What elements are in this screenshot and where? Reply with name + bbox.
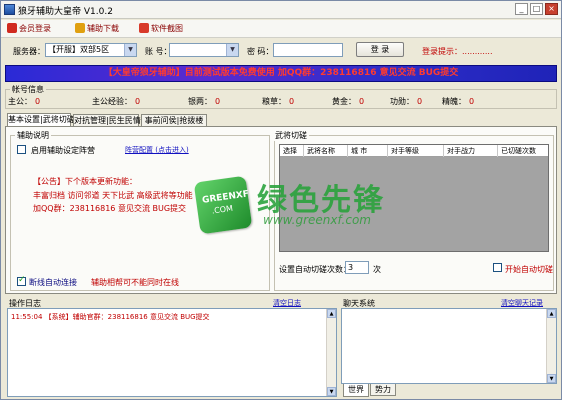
- stat-lord: 主公： 0: [8, 96, 40, 107]
- stat-silver-value: 0: [215, 97, 221, 106]
- clear-chat-link[interactable]: 清空聊天记录: [501, 298, 543, 308]
- col-general-name[interactable]: 武将名称: [304, 145, 348, 157]
- maximize-button[interactable]: □: [530, 3, 543, 15]
- auto-reconnect-note: 辅助相帮可不能同时在线: [91, 278, 179, 287]
- enable-camp-checkbox[interactable]: [17, 145, 26, 154]
- title-bar: 狼牙辅助大皇帝 V1.0.2 _ □ ×: [1, 1, 561, 19]
- col-opponent-level[interactable]: 对手等级: [388, 145, 444, 157]
- account-label: 账 号：: [145, 47, 172, 56]
- toolbar: 会员登录 辅助下载 软件截图: [1, 20, 561, 38]
- watermark-logo-line2: .COM: [211, 203, 234, 216]
- oplog-line: 11:55:04 【系统】辅助官群：238116816 意见交流 BUG提交: [11, 313, 210, 321]
- stat-silver: 银两： 0: [188, 96, 220, 107]
- download-label: 辅助下载: [87, 24, 119, 33]
- stat-gold-value: 0: [359, 97, 365, 106]
- watermark-logo-line1: GREENXF: [201, 189, 250, 206]
- watermark: GREENXF .COM 绿色先锋 www.greenxf.com: [193, 173, 409, 235]
- col-city[interactable]: 城 市: [348, 145, 388, 157]
- stat-gold: 黄金： 0: [332, 96, 364, 107]
- server-select-value: 【开服】双部5区: [48, 45, 110, 54]
- generals-list-header: 选择 武将名称 城 市 对手等级 对手战力 已切磋次数: [280, 145, 548, 157]
- member-login-button[interactable]: 会员登录: [7, 23, 51, 35]
- auto-reconnect-label: 断线自动连接: [29, 278, 77, 287]
- download-icon: [75, 23, 85, 33]
- account-select[interactable]: ▼: [169, 43, 239, 57]
- login-row: 服务器： 【开服】双部5区 ▼ 账 号： ▼ 密 码： 登 录 登录提示：...…: [1, 39, 561, 63]
- account-info-title: 帐号信息: [10, 84, 46, 95]
- member-icon: [7, 23, 17, 33]
- notice-line-2: 加QQ群：238116816 意见交流 BUG提交: [33, 204, 187, 213]
- enable-camp-label: 启用辅助设定阵营: [31, 146, 95, 155]
- tab-confrontation[interactable]: 对抗管理|民生民情: [73, 114, 141, 126]
- stat-lord-label: 主公：: [8, 97, 32, 106]
- camp-config-link[interactable]: 阵营配置 (点击进入): [125, 145, 189, 155]
- chat-tab-faction[interactable]: 势力: [370, 384, 396, 396]
- login-hint: 登录提示：............: [422, 47, 493, 56]
- password-label: 密 码：: [247, 47, 274, 56]
- screenshot-label: 软件截图: [151, 24, 183, 33]
- server-select[interactable]: 【开服】双部5区 ▼: [45, 43, 137, 57]
- announcement-banner: 【大皇帝狼牙辅助】目前测试版本免费使用 加QQ群：238116816 意见交流 …: [5, 65, 557, 82]
- chevron-down-icon: ▼: [124, 44, 136, 56]
- stat-merit-value: 0: [417, 97, 423, 106]
- chat-scrollbar[interactable]: ▲ ▼: [546, 309, 556, 383]
- stat-lord-value: 0: [35, 97, 41, 106]
- stat-gold-label: 黄金：: [332, 97, 356, 106]
- stat-grain-label: 粮草：: [262, 97, 286, 106]
- password-field[interactable]: [273, 43, 343, 57]
- stat-silver-label: 银两：: [188, 97, 212, 106]
- download-button[interactable]: 辅助下载: [75, 23, 119, 35]
- auto-reconnect-checkbox[interactable]: [17, 275, 26, 286]
- stat-merit-label: 功勋：: [390, 97, 414, 106]
- stat-grain-value: 0: [289, 97, 295, 106]
- stat-soul-value: 0: [469, 97, 475, 106]
- clear-log-link[interactable]: 清空日志: [273, 298, 301, 308]
- scroll-up-icon[interactable]: ▲: [327, 309, 336, 318]
- oplog-scrollbar[interactable]: ▲ ▼: [326, 309, 336, 396]
- chat-box[interactable]: ▲ ▼: [341, 308, 557, 384]
- tab-basic-settings[interactable]: 基本设置|武将切磋: [7, 113, 75, 126]
- watermark-logo: GREENXF .COM: [193, 175, 253, 235]
- auto-count-unit: 次: [373, 265, 381, 274]
- stat-merit: 功勋： 0: [390, 96, 422, 107]
- oplog-box[interactable]: 11:55:04 【系统】辅助官群：238116816 意见交流 BUG提交 ▲…: [7, 308, 337, 397]
- app-window: 狼牙辅助大皇帝 V1.0.2 _ □ × 会员登录 辅助下载 软件截图 服务器：…: [0, 0, 562, 400]
- stat-lord-exp-label: 主公经验：: [92, 97, 132, 106]
- close-button[interactable]: ×: [545, 3, 558, 15]
- member-login-label: 会员登录: [19, 24, 51, 33]
- notice-title: 【公告】下个版本更新功能：: [33, 177, 137, 186]
- account-info-group: 帐号信息 主公： 0 主公经验： 0 银两： 0 粮草： 0 黄金： 0 功勋： 0 精魄：…: [5, 84, 557, 109]
- auto-count-value: 3: [348, 263, 354, 272]
- app-icon: [4, 4, 15, 15]
- start-auto-spar-label: 开始自动切磋: [505, 265, 553, 274]
- scroll-down-icon[interactable]: ▼: [547, 374, 556, 383]
- screenshot-icon: [139, 23, 149, 33]
- screenshot-button[interactable]: 软件截图: [139, 23, 183, 35]
- auto-count-stepper[interactable]: 3: [345, 261, 369, 274]
- login-button[interactable]: 登 录: [356, 42, 404, 57]
- stat-soul: 精魄： 0: [442, 96, 474, 107]
- watermark-url: www.greenxf.com: [263, 213, 371, 227]
- start-auto-spar-checkbox[interactable]: [493, 263, 502, 272]
- col-opponent-power[interactable]: 对手战力: [444, 145, 498, 157]
- stat-lord-exp-value: 0: [135, 97, 141, 106]
- col-select[interactable]: 选择: [280, 145, 304, 157]
- server-label: 服务器：: [13, 47, 45, 56]
- notice-line-1: 丰富归档 访问邻道 天下比武 高级武将等功能: [33, 191, 193, 200]
- tab-greetings[interactable]: 事前问侯|抢拨楼: [141, 114, 207, 126]
- help-title: 辅助说明: [15, 130, 51, 141]
- stat-grain: 粮草： 0: [262, 96, 294, 107]
- minimize-button[interactable]: _: [515, 3, 528, 15]
- stat-soul-label: 精魄：: [442, 97, 466, 106]
- chevron-down-icon: ▼: [226, 44, 238, 56]
- generals-title: 武将切磋: [273, 130, 309, 141]
- stat-lord-exp: 主公经验： 0: [92, 96, 140, 107]
- scroll-down-icon[interactable]: ▼: [327, 387, 336, 396]
- chat-tab-world[interactable]: 世界: [343, 384, 369, 397]
- scroll-up-icon[interactable]: ▲: [547, 309, 556, 318]
- auto-count-label: 设置自动切磋次数：: [279, 265, 351, 274]
- window-title: 狼牙辅助大皇帝 V1.0.2: [18, 7, 113, 17]
- col-spar-count[interactable]: 已切磋次数: [498, 145, 548, 157]
